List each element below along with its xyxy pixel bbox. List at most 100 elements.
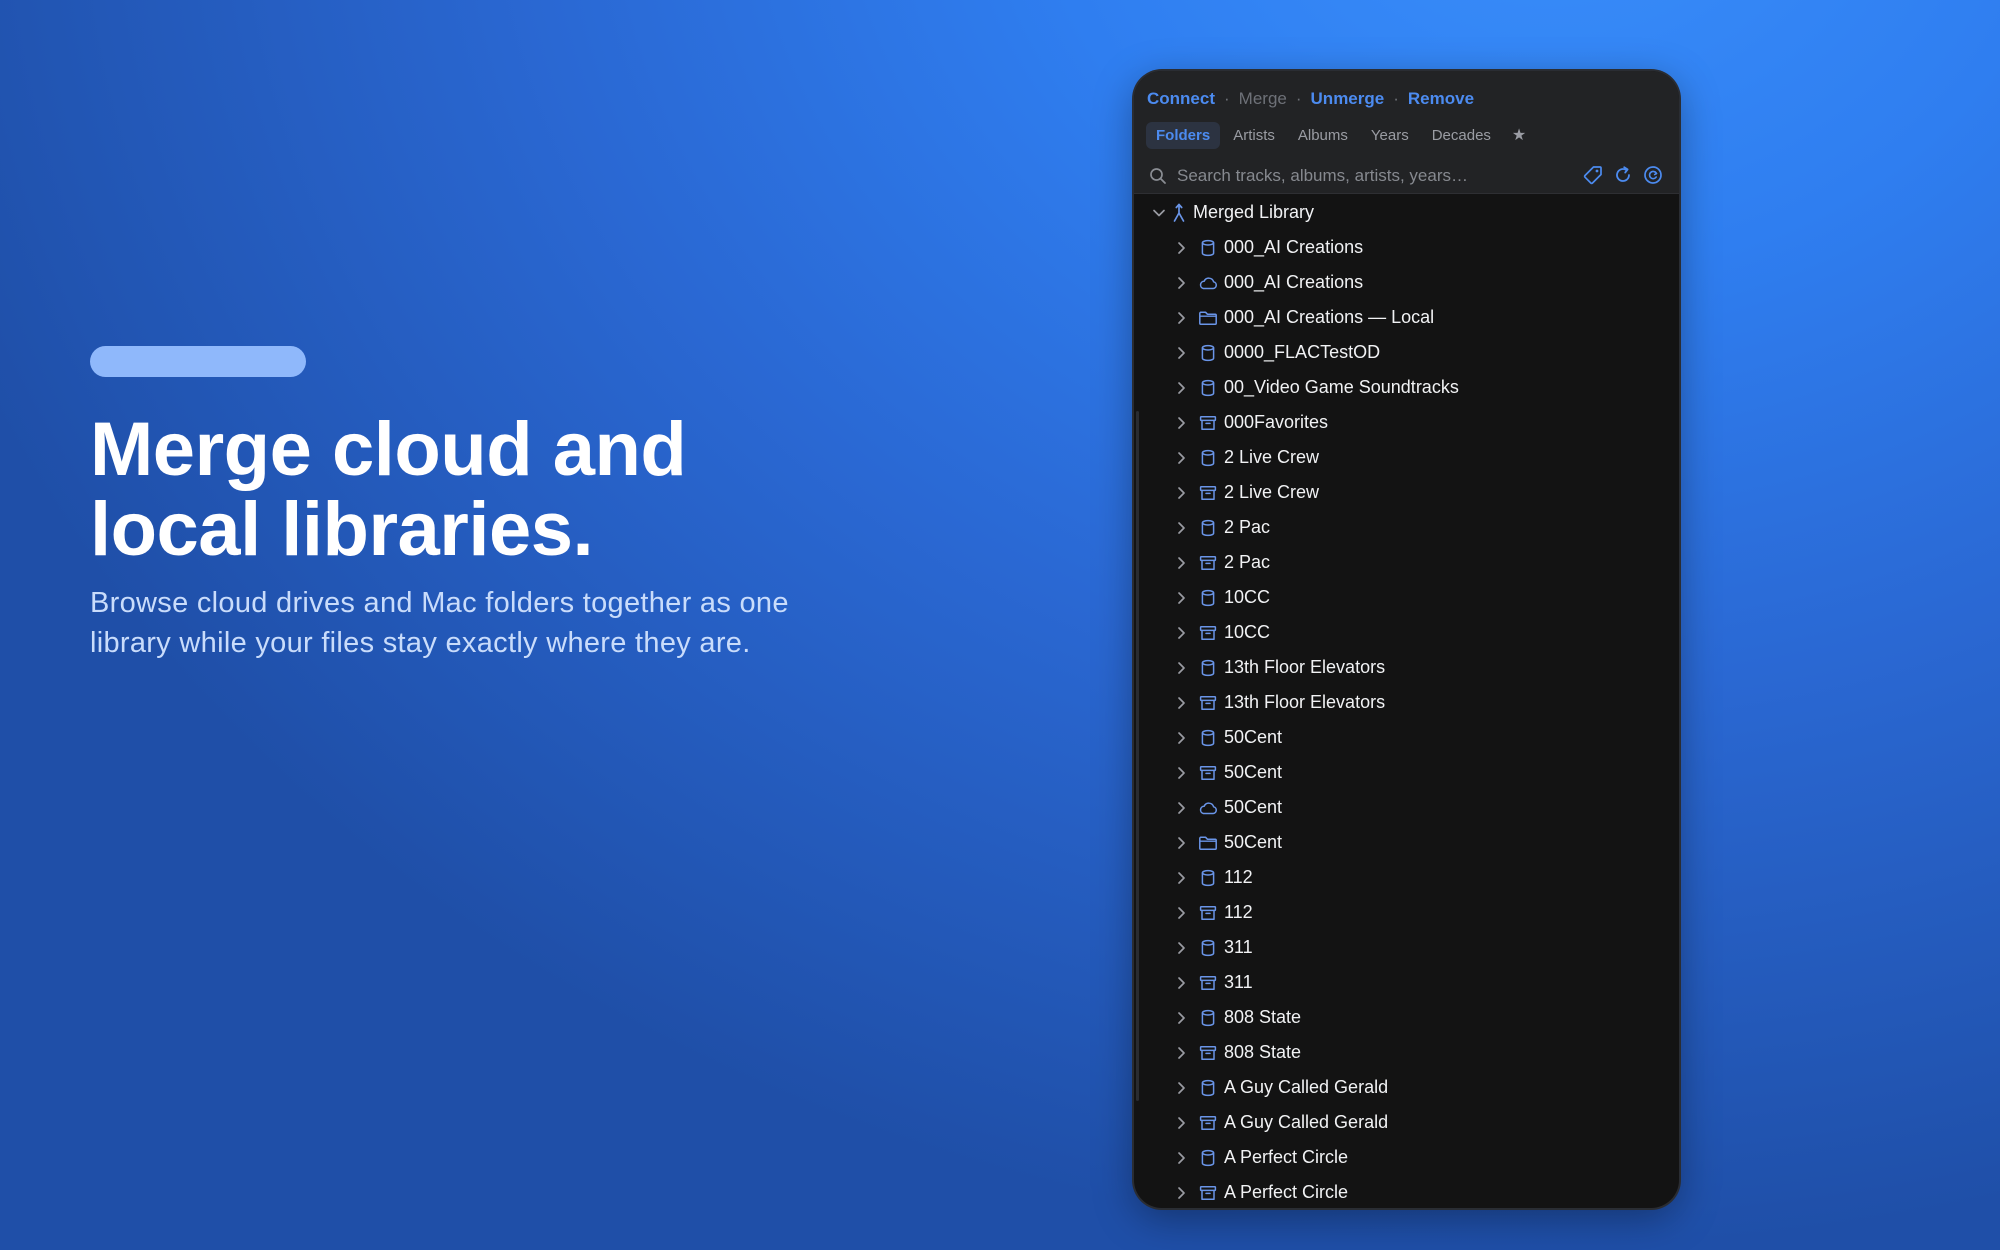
archive-icon: [1199, 975, 1217, 990]
tab-artists[interactable]: Artists: [1223, 122, 1285, 149]
tree-item[interactable]: 13th Floor Elevators: [1134, 650, 1679, 685]
database-icon: [1201, 449, 1215, 466]
tree-item-label: 2 Pac: [1224, 517, 1271, 537]
chevron-right-icon[interactable]: [1170, 657, 1192, 679]
chevron-right-icon[interactable]: [1170, 762, 1192, 784]
tree-item-label: 000Favorites: [1224, 412, 1329, 432]
chevron-right-icon[interactable]: [1170, 447, 1192, 469]
chevron-right-icon[interactable]: [1170, 237, 1192, 259]
archive-icon: [1199, 625, 1217, 640]
chevron-right-icon[interactable]: [1170, 377, 1192, 399]
chevron-right-icon[interactable]: [1170, 587, 1192, 609]
tab-years[interactable]: Years: [1361, 122, 1419, 149]
sync-icon[interactable]: [1642, 164, 1664, 186]
tree-item[interactable]: 50Cent: [1134, 790, 1679, 825]
tree-item[interactable]: 13th Floor Elevators: [1134, 685, 1679, 720]
tree-item[interactable]: 10CC: [1134, 580, 1679, 615]
chevron-down-icon[interactable]: [1148, 202, 1170, 224]
hero-title-line-2: local libraries.: [90, 487, 594, 572]
chevron-right-icon[interactable]: [1170, 1077, 1192, 1099]
tree-item[interactable]: 00_Video Game Soundtracks: [1134, 370, 1679, 405]
chevron-right-icon[interactable]: [1170, 902, 1192, 924]
cloud-icon: [1199, 801, 1217, 814]
chevron-right-icon[interactable]: [1170, 972, 1192, 994]
database-icon: [1201, 729, 1215, 746]
chevron-right-icon[interactable]: [1170, 727, 1192, 749]
tree-item[interactable]: 50Cent: [1134, 720, 1679, 755]
chevron-right-icon[interactable]: [1170, 937, 1192, 959]
remove-button[interactable]: Remove: [1408, 89, 1474, 109]
scrollbar[interactable]: [1136, 411, 1139, 1101]
tree-item-label: 2 Live Crew: [1224, 447, 1320, 467]
archive-icon: [1199, 905, 1217, 920]
unmerge-button[interactable]: Unmerge: [1311, 89, 1385, 109]
separator: ·: [1295, 89, 1302, 108]
tree-item-label: A Perfect Circle: [1224, 1182, 1349, 1202]
tree-item-label: 10CC: [1224, 587, 1271, 607]
folder-tree: Merged Library 000_AI Creations 000_AI Cr…: [1134, 195, 1679, 1208]
merge-button[interactable]: Merge: [1239, 89, 1287, 109]
tree-root-merged-library[interactable]: Merged Library: [1134, 195, 1679, 230]
chevron-right-icon[interactable]: [1170, 307, 1192, 329]
connect-button[interactable]: Connect: [1147, 89, 1215, 109]
chevron-right-icon[interactable]: [1170, 412, 1192, 434]
tree-item[interactable]: 808 State: [1134, 1035, 1679, 1070]
chevron-right-icon[interactable]: [1170, 1007, 1192, 1029]
refresh-icon[interactable]: [1612, 164, 1634, 186]
tree-item[interactable]: 2 Live Crew: [1134, 475, 1679, 510]
tree-item[interactable]: 2 Pac: [1134, 545, 1679, 580]
tree-item[interactable]: 0000_FLACTestOD: [1134, 335, 1679, 370]
tree-item[interactable]: 2 Live Crew: [1134, 440, 1679, 475]
chevron-right-icon[interactable]: [1170, 272, 1192, 294]
chevron-right-icon[interactable]: [1170, 692, 1192, 714]
chevron-right-icon[interactable]: [1170, 517, 1192, 539]
action-bar: Connect · Merge · Unmerge · Remove: [1147, 84, 1474, 114]
tree-item[interactable]: 000_AI Creations — Local: [1134, 300, 1679, 335]
chevron-right-icon[interactable]: [1170, 552, 1192, 574]
tab-favorites-star-icon[interactable]: ★: [1504, 120, 1534, 150]
tree-item[interactable]: 808 State: [1134, 1000, 1679, 1035]
database-icon: [1201, 519, 1215, 536]
tree-item[interactable]: 311: [1134, 965, 1679, 1000]
tree-item[interactable]: 112: [1134, 860, 1679, 895]
chevron-right-icon[interactable]: [1170, 1112, 1192, 1134]
chevron-right-icon[interactable]: [1170, 867, 1192, 889]
tree-item-label: 50Cent: [1224, 762, 1283, 782]
database-icon: [1201, 589, 1215, 606]
archive-icon: [1199, 415, 1217, 430]
tree-item-label: 112: [1224, 867, 1253, 887]
tree-item[interactable]: 2 Pac: [1134, 510, 1679, 545]
tree-item[interactable]: 50Cent: [1134, 755, 1679, 790]
tree-item[interactable]: 50Cent: [1134, 825, 1679, 860]
chevron-right-icon[interactable]: [1170, 1147, 1192, 1169]
chevron-right-icon[interactable]: [1170, 622, 1192, 644]
chevron-right-icon[interactable]: [1170, 1042, 1192, 1064]
chevron-right-icon[interactable]: [1170, 1182, 1192, 1204]
archive-icon: [1199, 1185, 1217, 1200]
search-input[interactable]: [1175, 162, 1579, 190]
panel-header: Connect · Merge · Unmerge · Remove Folde…: [1134, 71, 1679, 194]
tree-item[interactable]: A Guy Called Gerald: [1134, 1070, 1679, 1105]
chevron-right-icon[interactable]: [1170, 832, 1192, 854]
tree-item[interactable]: 112: [1134, 895, 1679, 930]
tag-icon[interactable]: [1582, 164, 1604, 186]
tab-albums[interactable]: Albums: [1288, 122, 1358, 149]
tree-item-label: 50Cent: [1224, 727, 1283, 747]
tree-item[interactable]: 10CC: [1134, 615, 1679, 650]
tree-root-label: Merged Library: [1193, 202, 1315, 222]
tree-item[interactable]: A Perfect Circle: [1134, 1175, 1679, 1208]
archive-icon: [1199, 1115, 1217, 1130]
tree-item[interactable]: 311: [1134, 930, 1679, 965]
tab-decades[interactable]: Decades: [1422, 122, 1501, 149]
chevron-right-icon[interactable]: [1170, 797, 1192, 819]
tree-item[interactable]: 000_AI Creations: [1134, 230, 1679, 265]
tree-item[interactable]: A Perfect Circle: [1134, 1140, 1679, 1175]
tab-folders[interactable]: Folders: [1146, 121, 1221, 149]
library-panel: Connect · Merge · Unmerge · Remove Folde…: [1134, 71, 1679, 1208]
tree-item[interactable]: 000_AI Creations: [1134, 265, 1679, 300]
tree-item-label: 311: [1224, 937, 1253, 957]
chevron-right-icon[interactable]: [1170, 342, 1192, 364]
tree-item[interactable]: A Guy Called Gerald: [1134, 1105, 1679, 1140]
tree-item[interactable]: 000Favorites: [1134, 405, 1679, 440]
chevron-right-icon[interactable]: [1170, 482, 1192, 504]
